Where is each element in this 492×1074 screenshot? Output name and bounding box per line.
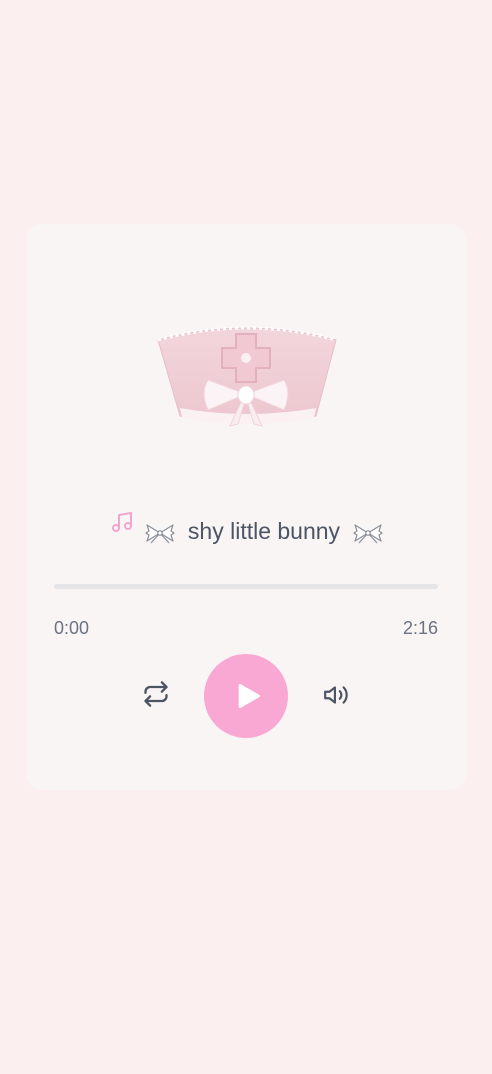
progress-bar[interactable] [54,584,438,589]
current-time: 0:00 [54,618,90,638]
volume-button[interactable] [323,682,349,708]
play-icon [238,684,260,708]
cover-art [157,326,337,427]
ribbon-bow-icon [145,524,175,544]
track-title-row: shy little bunny [26,502,466,552]
volume-icon [324,686,348,704]
music-note-icon [112,512,132,532]
player-card: shy little bunny 0:00 2:16 [26,224,466,790]
track-title: shy little bunny [187,518,341,544]
repeat-icon [144,681,168,707]
repeat-button[interactable] [142,680,170,708]
ribbon-bow-icon [353,524,383,544]
total-time: 2:16 [402,618,438,638]
play-button[interactable] [204,654,288,738]
